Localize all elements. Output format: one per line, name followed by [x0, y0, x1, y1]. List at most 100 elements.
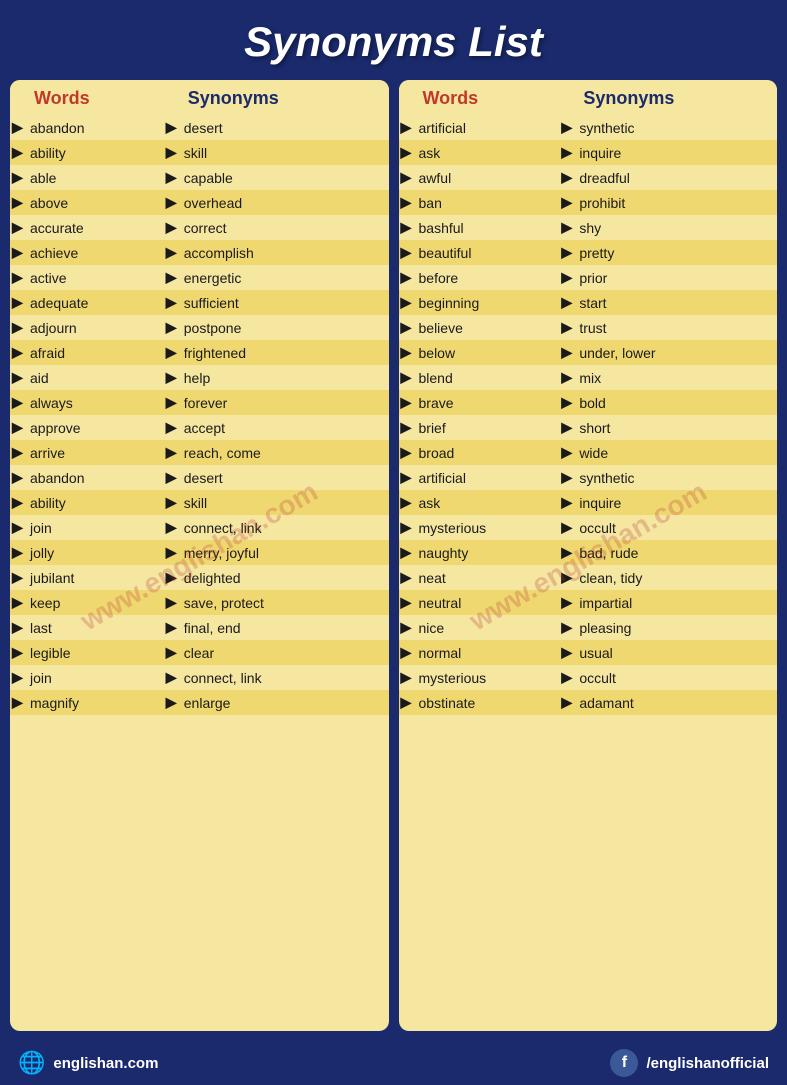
word-cell: artificial [417, 115, 560, 140]
table-row: ▶ artificial ▶ synthetic [399, 465, 778, 490]
synonym-cell: dreadful [577, 165, 777, 190]
left-synonym-table: Words Synonyms ▶ abandon ▶ desert ▶ abil… [10, 80, 389, 715]
arrow-icon: ▶ [10, 140, 28, 165]
arrow-icon: ▶ [559, 540, 577, 565]
arrow-icon: ▶ [10, 165, 28, 190]
arrow-icon: ▶ [559, 590, 577, 615]
synonym-cell: correct [182, 215, 389, 240]
arrow-icon: ▶ [164, 365, 182, 390]
word-cell: mysterious [417, 665, 560, 690]
synonym-cell: trust [577, 315, 777, 340]
word-cell: keep [28, 590, 164, 615]
arrow-icon: ▶ [399, 515, 417, 540]
arrow-icon: ▶ [559, 390, 577, 415]
arrow-icon: ▶ [559, 465, 577, 490]
arrow-icon: ▶ [559, 265, 577, 290]
synonym-cell: impartial [577, 590, 777, 615]
arrow-icon: ▶ [559, 115, 577, 140]
arrow-icon: ▶ [399, 315, 417, 340]
arrow-icon: ▶ [10, 240, 28, 265]
arrow-icon: ▶ [559, 165, 577, 190]
word-cell: ask [417, 490, 560, 515]
left-col1-header: Words [28, 80, 164, 115]
arrow-icon: ▶ [559, 515, 577, 540]
synonym-cell: connect, link [182, 665, 389, 690]
arrow-icon: ▶ [164, 590, 182, 615]
arrow-icon: ▶ [10, 315, 28, 340]
word-cell: bashful [417, 215, 560, 240]
word-cell: ability [28, 140, 164, 165]
arrow-icon: ▶ [559, 240, 577, 265]
word-cell: achieve [28, 240, 164, 265]
arrow-icon: ▶ [399, 340, 417, 365]
arrow-icon: ▶ [399, 165, 417, 190]
synonym-cell: accept [182, 415, 389, 440]
table-row: ▶ keep ▶ save, protect [10, 590, 389, 615]
word-cell: jolly [28, 540, 164, 565]
arrow-icon: ▶ [10, 490, 28, 515]
arrow-icon: ▶ [10, 565, 28, 590]
word-cell: neutral [417, 590, 560, 615]
table-row: ▶ ask ▶ inquire [399, 140, 778, 165]
synonym-cell: wide [577, 440, 777, 465]
word-cell: beginning [417, 290, 560, 315]
arrow-icon: ▶ [559, 490, 577, 515]
table-row: ▶ adequate ▶ sufficient [10, 290, 389, 315]
synonym-cell: skill [182, 140, 389, 165]
table-row: ▶ abandon ▶ desert [10, 115, 389, 140]
arrow-icon: ▶ [399, 240, 417, 265]
synonym-cell: mix [577, 365, 777, 390]
word-cell: accurate [28, 215, 164, 240]
synonym-cell: accomplish [182, 240, 389, 265]
synonym-cell: clear [182, 640, 389, 665]
word-cell: normal [417, 640, 560, 665]
word-cell: obstinate [417, 690, 560, 715]
word-cell: mysterious [417, 515, 560, 540]
arrow-icon: ▶ [164, 165, 182, 190]
synonym-cell: final, end [182, 615, 389, 640]
synonym-cell: delighted [182, 565, 389, 590]
synonym-cell: bold [577, 390, 777, 415]
arrow-icon: ▶ [399, 640, 417, 665]
table-row: ▶ active ▶ energetic [10, 265, 389, 290]
table-row: ▶ afraid ▶ frightened [10, 340, 389, 365]
arrow-icon: ▶ [399, 215, 417, 240]
table-row: ▶ blend ▶ mix [399, 365, 778, 390]
arrow-icon: ▶ [164, 540, 182, 565]
arrow-icon: ▶ [164, 665, 182, 690]
synonym-cell: prohibit [577, 190, 777, 215]
arrow-icon: ▶ [559, 190, 577, 215]
arrow-icon: ▶ [164, 265, 182, 290]
synonym-cell: capable [182, 165, 389, 190]
word-cell: believe [417, 315, 560, 340]
word-cell: beautiful [417, 240, 560, 265]
table-row: ▶ normal ▶ usual [399, 640, 778, 665]
word-cell: arrive [28, 440, 164, 465]
left-table-container: www.englishan.com Words Synonyms ▶ aband… [10, 80, 389, 1031]
arrow-icon: ▶ [164, 515, 182, 540]
footer: 🌐 englishan.com f /englishanofficial [0, 1041, 787, 1085]
table-row: ▶ magnify ▶ enlarge [10, 690, 389, 715]
word-cell: adjourn [28, 315, 164, 340]
word-cell: afraid [28, 340, 164, 365]
table-row: ▶ mysterious ▶ occult [399, 665, 778, 690]
synonym-cell: short [577, 415, 777, 440]
table-row: ▶ believe ▶ trust [399, 315, 778, 340]
main-title: Synonyms List [0, 0, 787, 80]
table-row: ▶ jubilant ▶ delighted [10, 565, 389, 590]
arrow-icon: ▶ [559, 315, 577, 340]
word-cell: able [28, 165, 164, 190]
word-cell: abandon [28, 465, 164, 490]
table-row: ▶ above ▶ overhead [10, 190, 389, 215]
arrow-icon: ▶ [399, 415, 417, 440]
synonym-cell: forever [182, 390, 389, 415]
arrow-icon: ▶ [10, 465, 28, 490]
word-cell: approve [28, 415, 164, 440]
table-row: ▶ nice ▶ pleasing [399, 615, 778, 640]
table-row: ▶ neutral ▶ impartial [399, 590, 778, 615]
arrow-icon: ▶ [559, 640, 577, 665]
word-cell: join [28, 665, 164, 690]
arrow-icon: ▶ [399, 115, 417, 140]
word-cell: always [28, 390, 164, 415]
arrow-icon: ▶ [164, 290, 182, 315]
